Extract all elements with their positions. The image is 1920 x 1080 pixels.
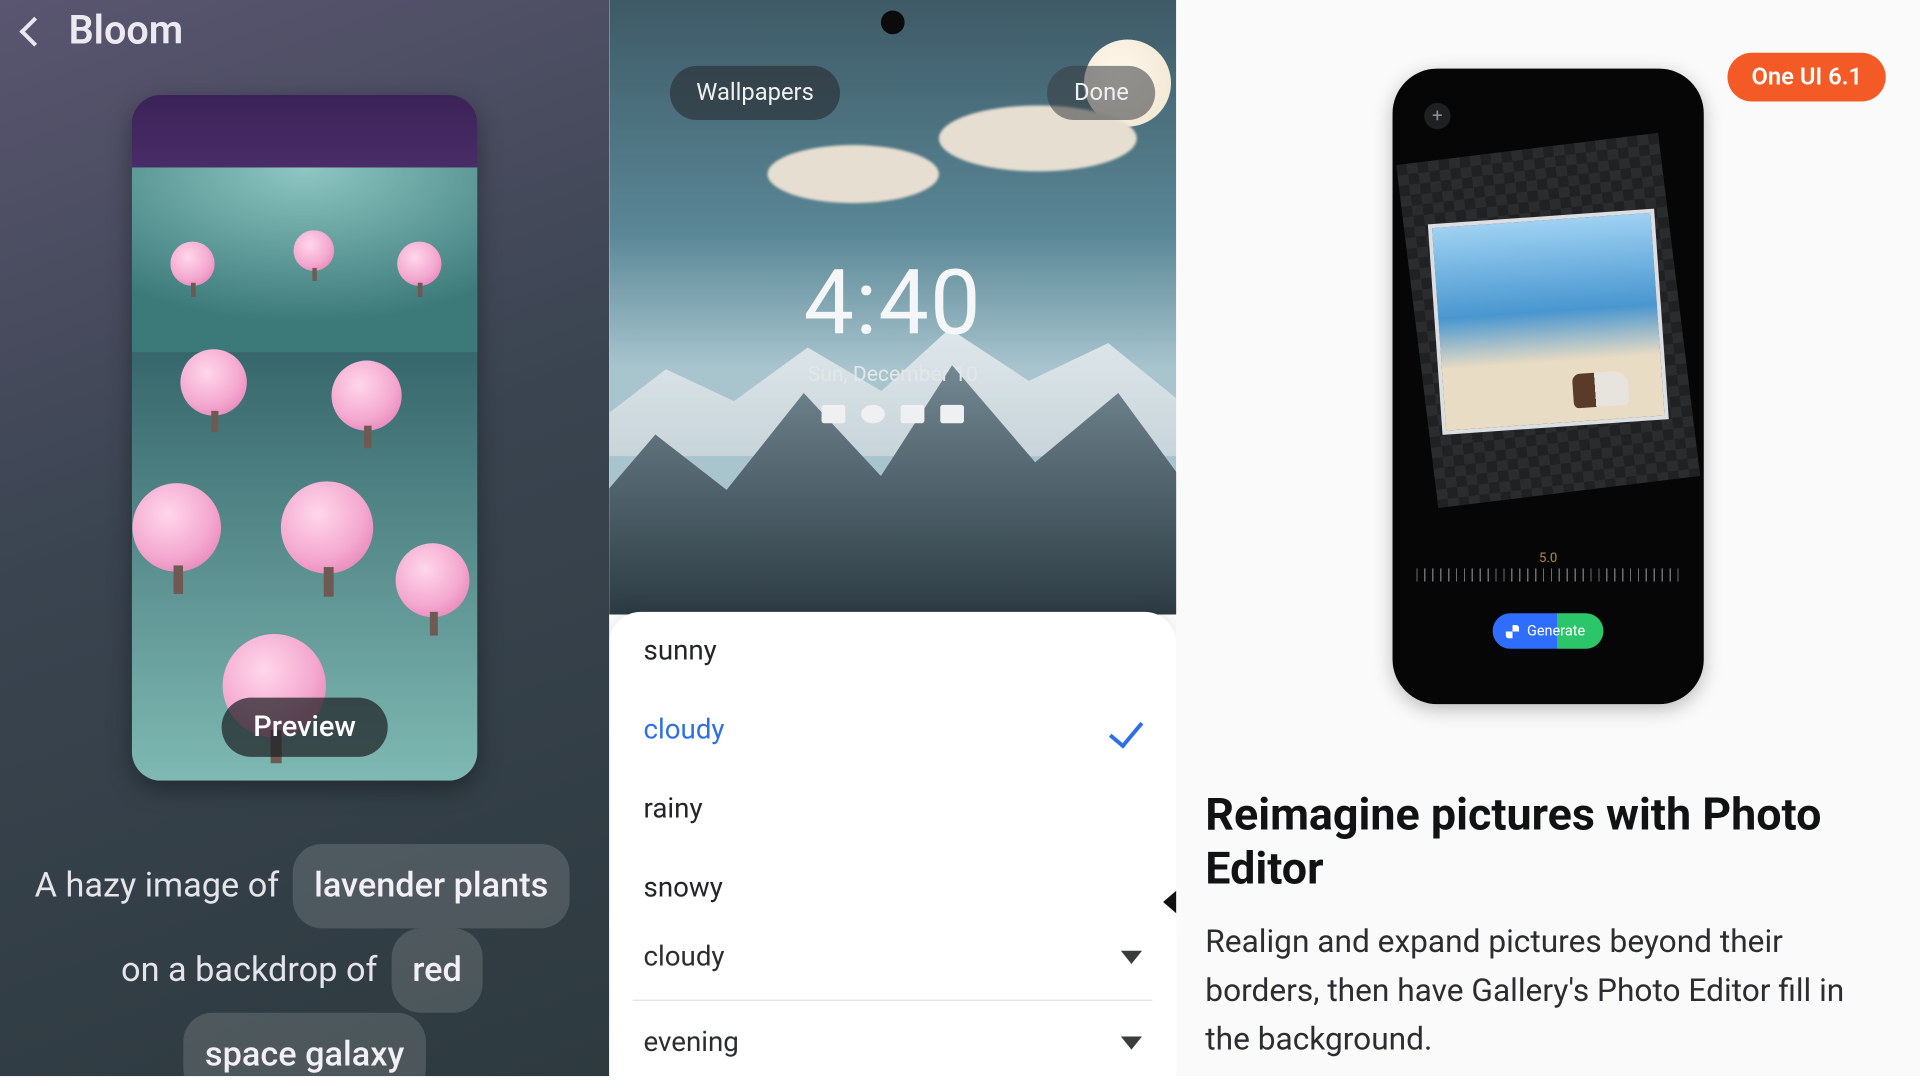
generate-label: Generate — [1527, 622, 1585, 639]
clock-date: Sun, December 10 — [609, 361, 1176, 386]
prompt-text: A hazy image of — [35, 866, 280, 906]
lockscreen-panel: Wallpapers Done 4:40 Sun, December 10 su… — [609, 0, 1176, 1076]
clock-time: 4:40 — [609, 251, 1176, 356]
rotation-slider[interactable]: 5.0 — [1416, 551, 1680, 583]
style-dropdown[interactable]: evening — [609, 1001, 1176, 1076]
photo-subject — [1572, 370, 1630, 408]
weather-option-rainy[interactable]: rainy — [609, 770, 1176, 849]
notif-icon — [901, 405, 925, 423]
dropdown-label: evening — [644, 1027, 739, 1059]
prompt-chip-color[interactable]: red — [391, 928, 483, 1012]
option-label: sunny — [644, 636, 717, 668]
notif-icon — [822, 405, 846, 423]
preview-button[interactable]: Preview — [222, 698, 388, 757]
rotation-value: 5.0 — [1416, 551, 1680, 566]
add-icon[interactable]: + — [1424, 103, 1450, 129]
wallpaper-preview-card[interactable]: Preview — [132, 95, 477, 781]
photo-editor-promo: One UI 6.1 + 5.0 Generate Reimagine pict… — [1176, 0, 1920, 1076]
lockscreen-clock: 4:40 Sun, December 10 — [609, 251, 1176, 424]
prompt-text: on a backdrop of — [121, 951, 377, 991]
wallpapers-button[interactable]: Wallpapers — [670, 66, 840, 120]
prompt-builder: A hazy image of lavender plants on a bac… — [0, 844, 609, 1076]
prompt-chip-scene[interactable]: space galaxy — [184, 1013, 426, 1076]
dropdown-label: cloudy — [644, 942, 725, 974]
prompt-chip-subject[interactable]: lavender plants — [293, 844, 569, 928]
back-icon[interactable] — [19, 16, 49, 46]
page-title: Bloom — [69, 8, 184, 54]
edited-photo[interactable] — [1428, 209, 1669, 435]
done-button[interactable]: Done — [1048, 66, 1156, 120]
weather-options-sheet: sunny cloudy rainy snowy — [609, 612, 1176, 928]
bloom-panel: Bloom Preview A hazy image of lavender p… — [0, 0, 609, 1076]
wallpaper-image — [132, 95, 477, 781]
sparkle-icon — [1506, 624, 1519, 637]
phone-mockup: + 5.0 Generate — [1393, 69, 1704, 705]
notif-icon — [940, 405, 964, 423]
notif-icon — [861, 405, 885, 423]
option-label: cloudy — [644, 715, 725, 747]
chevron-down-icon — [1121, 951, 1142, 964]
version-badge: One UI 6.1 — [1728, 53, 1886, 102]
generate-button[interactable]: Generate — [1493, 613, 1604, 649]
editor-canvas[interactable] — [1396, 133, 1700, 508]
promo-headline: Reimagine pictures with Photo Editor — [1205, 789, 1891, 898]
promo-body: Realign and expand pictures beyond their… — [1205, 918, 1891, 1065]
chevron-down-icon — [1121, 1036, 1142, 1049]
edge-panel-handle[interactable] — [1163, 886, 1176, 918]
style-dropdowns: cloudy evening — [609, 915, 1176, 1076]
camera-notch — [881, 11, 905, 35]
weather-option-sunny[interactable]: sunny — [609, 612, 1176, 691]
option-label: snowy — [644, 873, 723, 905]
check-icon — [1109, 713, 1143, 749]
notification-icons — [609, 405, 1176, 423]
weather-option-cloudy[interactable]: cloudy — [609, 691, 1176, 770]
option-label: rainy — [644, 794, 703, 826]
style-dropdown[interactable]: cloudy — [609, 915, 1176, 999]
